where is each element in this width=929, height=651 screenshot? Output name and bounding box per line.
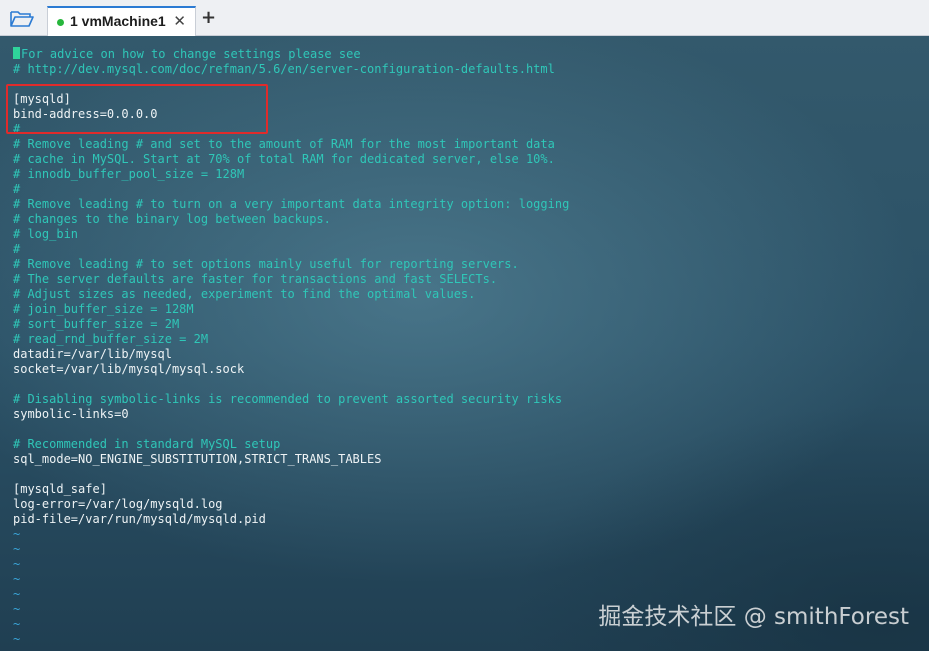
line-text: socket=/var/lib/mysql/mysql.sock [13, 362, 245, 376]
empty-line-marker: ~ [13, 587, 569, 602]
line-text: datadir=/var/lib/mysql [13, 347, 172, 361]
empty-line-marker: ~ [13, 572, 569, 587]
empty-line-marker: ~ [13, 602, 569, 617]
tab-bar: 1 vmMachine1 ✕ + [0, 0, 929, 36]
empty-line-marker: ~ [13, 632, 569, 647]
config-line: # Recommended in standard MySQL setup [13, 437, 569, 452]
config-line [13, 377, 569, 392]
line-text: # Remove leading # to turn on a very imp… [13, 197, 570, 211]
highlight-box [6, 84, 268, 134]
config-line [13, 422, 569, 437]
line-text: # Remove leading # to set options mainly… [13, 257, 519, 271]
config-line: # [13, 242, 569, 257]
tab-vmmachine1[interactable]: 1 vmMachine1 ✕ [47, 6, 196, 36]
config-line: # [13, 182, 569, 197]
line-text: # Adjust sizes as needed, experiment to … [13, 287, 476, 301]
line-text: ~ [13, 617, 21, 631]
config-line: # Disabling symbolic-links is recommende… [13, 392, 569, 407]
config-line: sql_mode=NO_ENGINE_SUBSTITUTION,STRICT_T… [13, 452, 569, 467]
config-line: # http://dev.mysql.com/doc/refman/5.6/en… [13, 62, 569, 77]
line-text: [mysqld_safe] [13, 482, 107, 496]
line-text: # The server defaults are faster for tra… [13, 272, 498, 286]
line-text: ~ [13, 602, 21, 616]
line-text: ~ [13, 527, 21, 541]
line-text: sql_mode=NO_ENGINE_SUBSTITUTION,STRICT_T… [13, 452, 382, 466]
config-line: For advice on how to change settings ple… [13, 47, 569, 62]
config-line: log-error=/var/log/mysqld.log [13, 497, 569, 512]
editor-lines: For advice on how to change settings ple… [13, 47, 569, 647]
config-line: # changes to the binary log between back… [13, 212, 569, 227]
config-line: # Remove leading # and set to the amount… [13, 137, 569, 152]
config-line: datadir=/var/lib/mysql [13, 347, 569, 362]
line-text: # cache in MySQL. Start at 70% of total … [13, 152, 555, 166]
line-text: ~ [13, 572, 21, 586]
config-line: # join_buffer_size = 128M [13, 302, 569, 317]
config-line: [mysqld_safe] [13, 482, 569, 497]
folder-open-icon[interactable] [9, 9, 35, 29]
config-line: # sort_buffer_size = 2M [13, 317, 569, 332]
config-line: # cache in MySQL. Start at 70% of total … [13, 152, 569, 167]
config-line [13, 467, 569, 482]
config-line: # Remove leading # to turn on a very imp… [13, 197, 569, 212]
line-text: # [13, 182, 21, 196]
terminal-editor[interactable]: For advice on how to change settings ple… [0, 36, 929, 651]
line-text: # innodb_buffer_pool_size = 128M [13, 167, 245, 181]
line-text: For advice on how to change settings ple… [21, 47, 361, 61]
line-text: # log_bin [13, 227, 79, 241]
line-text: ~ [13, 587, 21, 601]
line-text: # [13, 242, 21, 256]
config-line: # log_bin [13, 227, 569, 242]
line-text: ~ [13, 542, 21, 556]
empty-line-marker: ~ [13, 527, 569, 542]
config-line: # Remove leading # to set options mainly… [13, 257, 569, 272]
line-text: # Remove leading # and set to the amount… [13, 137, 555, 151]
close-icon[interactable]: ✕ [173, 12, 186, 30]
config-line: # Adjust sizes as needed, experiment to … [13, 287, 569, 302]
config-line: symbolic-links=0 [13, 407, 569, 422]
text-cursor [13, 47, 20, 59]
empty-line-marker: ~ [13, 542, 569, 557]
watermark: 掘金技术社区 @ smithForest [598, 604, 909, 630]
line-text: ~ [13, 632, 21, 646]
line-text: # Recommended in standard MySQL setup [13, 437, 281, 451]
config-line: # innodb_buffer_pool_size = 128M [13, 167, 569, 182]
config-line: socket=/var/lib/mysql/mysql.sock [13, 362, 569, 377]
empty-line-marker: ~ [13, 557, 569, 572]
new-tab-button[interactable]: + [201, 7, 216, 28]
line-text: # http://dev.mysql.com/doc/refman/5.6/en… [13, 62, 555, 76]
config-line: # The server defaults are faster for tra… [13, 272, 569, 287]
line-text: pid-file=/var/run/mysqld/mysqld.pid [13, 512, 266, 526]
connected-status-dot [57, 19, 64, 26]
line-text: # read_rnd_buffer_size = 2M [13, 332, 209, 346]
config-line: # read_rnd_buffer_size = 2M [13, 332, 569, 347]
line-text: # Disabling symbolic-links is recommende… [13, 392, 563, 406]
config-line: pid-file=/var/run/mysqld/mysqld.pid [13, 512, 569, 527]
line-text: ~ [13, 557, 21, 571]
line-text: # changes to the binary log between back… [13, 212, 331, 226]
empty-line-marker: ~ [13, 617, 569, 632]
line-text: # join_buffer_size = 128M [13, 302, 194, 316]
tab-title: 1 vmMachine1 [70, 13, 166, 29]
line-text: log-error=/var/log/mysqld.log [13, 497, 223, 511]
line-text: symbolic-links=0 [13, 407, 129, 421]
line-text: # sort_buffer_size = 2M [13, 317, 180, 331]
